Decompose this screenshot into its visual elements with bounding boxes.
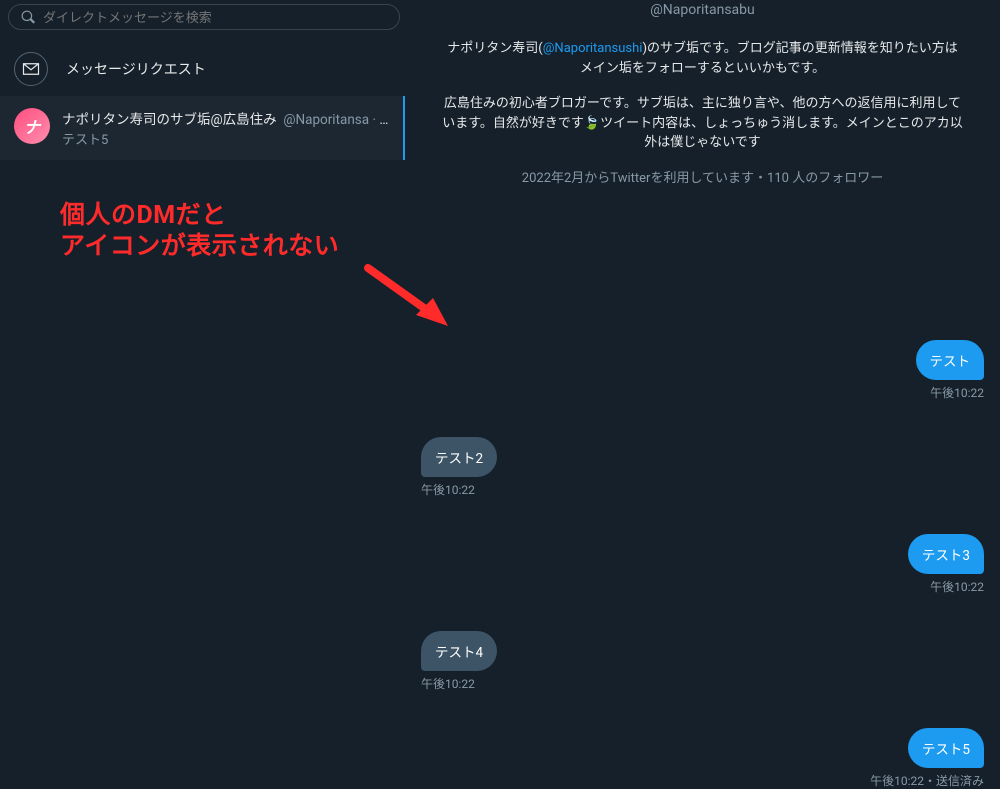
search-input[interactable]: [43, 10, 387, 25]
search-icon: [21, 10, 35, 24]
conversation-header: ナポリタン寿司のサブ垢@広島住み @Naporitansa · 2秒: [62, 108, 389, 128]
profile-bio-2: 広島住みの初心者ブロガーです。サブ垢は、主に独り言や、他の方への返信用に利用して…: [441, 94, 964, 153]
search-box[interactable]: [8, 4, 400, 30]
message-time: 午後10:22・送信済み: [870, 772, 984, 789]
arrow-icon: [360, 260, 460, 340]
profile-handle[interactable]: @Naporitansabu: [441, 0, 964, 21]
message-requests-row[interactable]: メッセージリクエスト: [0, 42, 405, 96]
message-time: 午後10:22: [930, 384, 984, 401]
conversation-text: ナポリタン寿司のサブ垢@広島住み @Naporitansa · 2秒 テスト5: [62, 108, 389, 148]
conversation-time: · 2秒: [372, 112, 389, 128]
conversation-name: ナポリタン寿司のサブ垢@広島住み: [62, 112, 277, 128]
annotation-text: 個人のDMだと アイコンが表示されない: [60, 200, 339, 263]
search-wrap: [0, 0, 405, 34]
message-time: 午後10:22: [421, 481, 475, 498]
avatar: ナ: [14, 108, 50, 144]
right-panel: @Naporitansabu ナポリタン寿司(@Naporitansushi)の…: [405, 0, 1000, 743]
message-time: 午後10:22: [421, 675, 475, 692]
message-requests-label: メッセージリクエスト: [66, 59, 206, 79]
conversation-preview: テスト5: [62, 129, 389, 148]
message-sent[interactable]: テスト3 午後10:22: [421, 534, 984, 595]
message-bubble: テスト5: [908, 728, 984, 768]
envelope-icon: [14, 52, 48, 86]
message-sent[interactable]: テスト5 午後10:22・送信済み: [421, 728, 984, 789]
profile-info: @Naporitansabu ナポリタン寿司(@Naporitansushi)の…: [421, 0, 984, 188]
message-bubble: テスト4: [421, 631, 497, 671]
messages-container: テスト 午後10:22 テスト2 午後10:22 テスト3 午後10:22 テス…: [421, 188, 984, 789]
profile-meta: 2022年2月からTwitterを利用しています・110 人のフォロワー: [441, 169, 964, 189]
profile-link[interactable]: @Naporitansushi: [543, 41, 643, 56]
message-bubble: テスト2: [421, 437, 497, 477]
left-panel: メッセージリクエスト ナ ナポリタン寿司のサブ垢@広島住み @Naporitan…: [0, 0, 405, 743]
message-received[interactable]: テスト4 午後10:22: [421, 631, 984, 692]
message-time: 午後10:22: [930, 578, 984, 595]
message-sent[interactable]: テスト 午後10:22: [421, 340, 984, 401]
message-bubble: テスト: [916, 340, 985, 380]
message-received[interactable]: テスト2 午後10:22: [421, 437, 984, 498]
profile-bio-1: ナポリタン寿司(@Naporitansushi)のサブ垢です。ブログ記事の更新情…: [441, 39, 964, 78]
conversation-handle: @Naporitansa: [280, 112, 369, 128]
message-bubble: テスト3: [908, 534, 984, 574]
conversation-item[interactable]: ナ ナポリタン寿司のサブ垢@広島住み @Naporitansa · 2秒 テスト…: [0, 96, 405, 160]
